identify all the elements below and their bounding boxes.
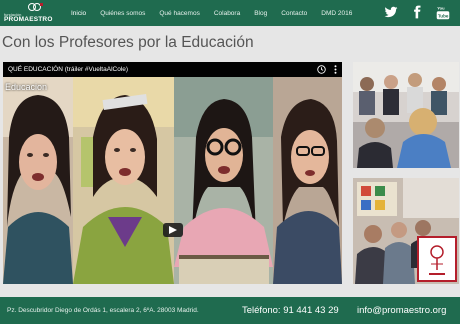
page: fundación PROMAESTRO Inicio Quiénes somo… [0,0,460,324]
main-nav: Inicio Quiénes somos Qué hacemos Colabor… [64,0,359,26]
site-header: fundación PROMAESTRO Inicio Quiénes somo… [0,0,460,26]
nav-item-inicio[interactable]: Inicio [64,10,93,17]
video-frame-3 [174,77,273,284]
footer-phone[interactable]: Teléfono: 91 441 43 29 [242,305,339,316]
nav-item-contacto[interactable]: Contacto [274,10,314,17]
footer-email[interactable]: info@promaestro.org [357,305,446,316]
video-overlay-text: Educacion [5,82,48,92]
nav-item-dmd-2016[interactable]: DMD 2016 [314,10,359,17]
nav-item-quienes-somos[interactable]: Quiénes somos [93,10,152,17]
site-logo[interactable]: fundación PROMAESTRO [4,2,52,24]
more-vertical-icon[interactable] [334,65,337,74]
twitter-icon[interactable] [384,5,398,19]
youtube-icon[interactable]: You Tube [436,5,450,20]
video-title-bar: QUÉ EDUCACIÓN (tráiler #VueltaAlCole) [3,62,342,77]
logo-mark-icon [28,3,43,11]
footer-address: Pz. Descubridor Diego de Ordás 1, escale… [7,307,199,314]
page-title: Con los Profesores por la Educación [2,34,254,51]
play-icon [169,226,177,234]
promaestro-badge [417,236,457,282]
clock-icon[interactable] [317,65,326,74]
video-player[interactable]: QUÉ EDUCACIÓN (tráiler #VueltaAlCole) Ed… [3,62,342,284]
logo-name: PROMAESTRO [4,16,53,23]
svg-text:You: You [437,6,445,11]
play-button[interactable] [163,223,183,237]
site-footer: Pz. Descubridor Diego de Ordás 1, escale… [0,297,460,324]
nav-item-colabora[interactable]: Colabora [207,10,247,17]
video-frame-4 [273,77,342,284]
video-frame-2 [73,77,174,284]
nav-item-que-hacemos[interactable]: Qué hacemos [152,10,206,17]
social-links: You Tube [372,5,450,20]
svg-text:Tube: Tube [438,14,449,19]
promaestro-badge-icon [429,245,445,275]
nav-item-blog[interactable]: Blog [247,10,274,17]
photo-classroom [353,178,459,284]
photo-audience [353,62,459,168]
video-frame-1 [3,77,73,284]
facebook-icon[interactable] [410,5,424,19]
video-title[interactable]: QUÉ EDUCACIÓN (tráiler #VueltaAlCole) [8,66,128,73]
